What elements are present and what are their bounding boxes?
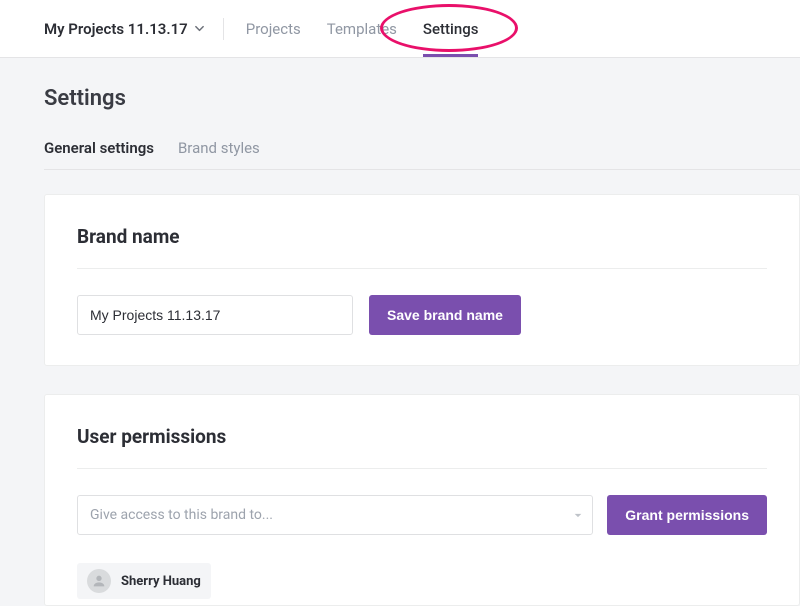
tab-brand-styles[interactable]: Brand styles bbox=[178, 139, 260, 169]
user-name: Sherry Huang bbox=[121, 574, 201, 589]
page-title: Settings bbox=[44, 86, 800, 111]
save-brand-name-button[interactable]: Save brand name bbox=[369, 295, 521, 335]
access-select[interactable]: Give access to this brand to... bbox=[77, 495, 593, 535]
nav-projects[interactable]: Projects bbox=[246, 2, 301, 56]
brand-name-input[interactable] bbox=[77, 295, 353, 335]
tab-general-settings[interactable]: General settings bbox=[44, 139, 154, 169]
chevron-down-icon bbox=[194, 23, 205, 34]
avatar bbox=[87, 569, 111, 593]
brand-dropdown-label: My Projects 11.13.17 bbox=[44, 20, 188, 38]
nav-settings[interactable]: Settings bbox=[423, 2, 479, 56]
brand-name-heading: Brand name bbox=[77, 225, 767, 269]
brand-name-card: Brand name Save brand name bbox=[44, 194, 800, 366]
main-nav: Projects Templates Settings bbox=[246, 2, 479, 56]
brand-dropdown[interactable]: My Projects 11.13.17 bbox=[44, 20, 205, 38]
user-permissions-card: User permissions Give access to this bra… bbox=[44, 394, 800, 606]
nav-templates[interactable]: Templates bbox=[327, 2, 397, 56]
divider bbox=[223, 18, 224, 40]
access-select-placeholder: Give access to this brand to... bbox=[77, 495, 593, 535]
user-row: Sherry Huang bbox=[77, 563, 211, 599]
user-permissions-heading: User permissions bbox=[77, 425, 767, 469]
grant-permissions-button[interactable]: Grant permissions bbox=[607, 495, 767, 535]
settings-subtabs: General settings Brand styles bbox=[44, 139, 800, 170]
